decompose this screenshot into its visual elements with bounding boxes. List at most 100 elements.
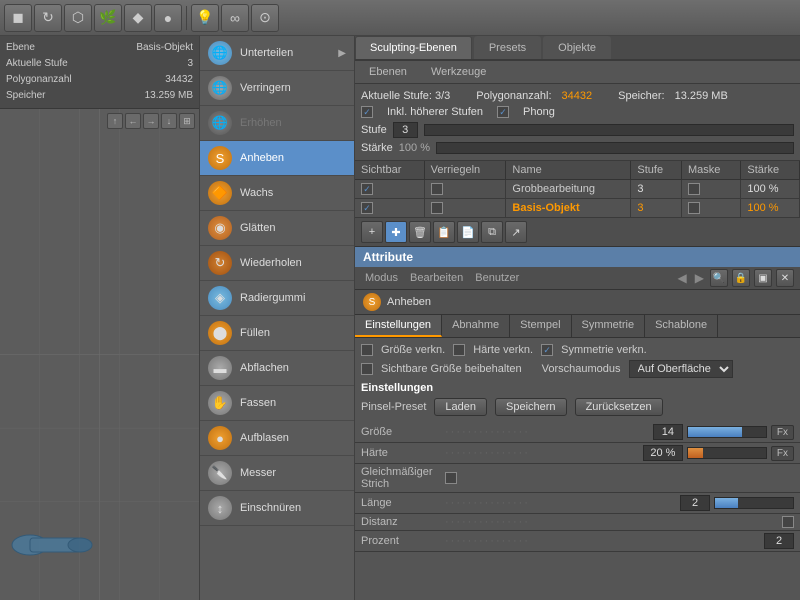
attribute-bar: Attribute	[355, 247, 800, 267]
modus-arrow-left[interactable]: ◀	[676, 271, 689, 285]
tool-diamond[interactable]: ◆	[124, 4, 152, 32]
viewport-nav-expand[interactable]: ⊞	[179, 113, 195, 129]
modus-link[interactable]: Modus	[361, 272, 402, 284]
settings-tab-abnahme[interactable]: Abnahme	[442, 315, 510, 337]
menu-item-abflachen[interactable]: ▬ Abflachen	[200, 351, 354, 386]
tool-circle[interactable]: ●	[154, 4, 182, 32]
viewport-nav-up[interactable]: ↑	[107, 113, 123, 129]
tool-bulb[interactable]: ⊙	[251, 4, 279, 32]
tab-presets[interactable]: Presets	[474, 36, 541, 59]
einstellungen-label: Einstellungen	[361, 382, 433, 394]
speichern-button[interactable]: Speichern	[495, 398, 567, 416]
laenge-input[interactable]	[680, 495, 710, 511]
icon-edit[interactable]: ✚	[385, 221, 407, 243]
modus-lock[interactable]: 🔒	[732, 269, 750, 287]
menu-item-radiergummi[interactable]: ◈ Radiergummi	[200, 281, 354, 316]
distanz-checkbox[interactable]	[782, 516, 794, 528]
inkl-checkbox[interactable]	[361, 106, 373, 118]
tool-rotate[interactable]: ↻	[34, 4, 62, 32]
table-row[interactable]: Grobbearbeitung 3 100 %	[355, 180, 800, 199]
stufe-label: Aktuelle Stufe	[6, 56, 68, 72]
menu-item-aufblasen[interactable]: ● Aufblasen	[200, 421, 354, 456]
staerke-slider[interactable]	[436, 142, 794, 154]
haerte-slider[interactable]	[687, 447, 767, 459]
icon-delete[interactable]: 🗑	[409, 221, 431, 243]
menu-item-fassen[interactable]: ✋ Fassen	[200, 386, 354, 421]
menu-item-verringern[interactable]: 🌐 Verringern	[200, 71, 354, 106]
zurueck-button[interactable]: Zurücksetzen	[575, 398, 663, 416]
modus-arrow-right[interactable]: ▶	[693, 271, 706, 285]
icon-add[interactable]: +	[361, 221, 383, 243]
menu-item-erhoehen[interactable]: 🌐 Erhöhen	[200, 106, 354, 141]
left-panel: Ebene Basis-Objekt Aktuelle Stufe 3 Poly…	[0, 36, 200, 600]
menu-item-einschnueren[interactable]: ↕ Einschnüren	[200, 491, 354, 526]
icon-merge[interactable]: ⧉	[481, 221, 503, 243]
stufe-input[interactable]	[393, 122, 418, 138]
symmetrie-vern-checkbox[interactable]	[541, 344, 553, 356]
haerte-fx[interactable]: Fx	[771, 446, 794, 461]
haerte-input[interactable]	[643, 445, 683, 461]
prozent-input[interactable]	[764, 533, 794, 549]
attribute-label: Attribute	[363, 250, 413, 264]
tool-leaf[interactable]: 🌿	[94, 4, 122, 32]
menu-item-fuellen[interactable]: ⬤ Füllen	[200, 316, 354, 351]
tool-box[interactable]: ◼	[4, 4, 32, 32]
erhoehen-icon: 🌐	[208, 111, 232, 135]
tool-light[interactable]: 💡	[191, 4, 219, 32]
tool-infinite[interactable]: ∞	[221, 4, 249, 32]
stufe-slider[interactable]	[424, 124, 794, 136]
maske-checkbox-1[interactable]	[688, 183, 700, 195]
modus-search[interactable]: 🔍	[710, 269, 728, 287]
modus-close[interactable]: ✕	[776, 269, 794, 287]
phong-checkbox[interactable]	[497, 106, 509, 118]
menu-item-wiederholen[interactable]: ↻ Wiederholen	[200, 246, 354, 281]
tool-hex[interactable]: ⬡	[64, 4, 92, 32]
distanz-row: Distanz ···············	[355, 514, 800, 531]
sichtbar-checkbox-2[interactable]	[361, 202, 373, 214]
haerte-vern-checkbox[interactable]	[453, 344, 465, 356]
phong-label: Phong	[523, 106, 555, 118]
groesse-input[interactable]	[653, 424, 683, 440]
cell-verriegeln-1	[424, 180, 506, 199]
groesse-vern-checkbox[interactable]	[361, 344, 373, 356]
sub-tab-ebenen[interactable]: Ebenen	[361, 64, 415, 80]
viewport-nav-left[interactable]: ←	[125, 113, 141, 129]
table-row[interactable]: Basis-Objekt 3 100 %	[355, 199, 800, 218]
modus-box[interactable]: ▣	[754, 269, 772, 287]
radiergummi-icon: ◈	[208, 286, 232, 310]
icon-export[interactable]: ↗	[505, 221, 527, 243]
fuellen-icon: ⬤	[208, 321, 232, 345]
menu-item-unterteilen[interactable]: 🌐 Unterteilen ▶	[200, 36, 354, 71]
vorschau-dropdown[interactable]: Auf Oberfläche	[629, 360, 733, 378]
viewport-nav-down[interactable]: ↓	[161, 113, 177, 129]
verriegeln-checkbox-1[interactable]	[431, 183, 443, 195]
icon-copy[interactable]: 📋	[433, 221, 455, 243]
groesse-row: Größe ··············· Fx	[355, 422, 800, 443]
maske-checkbox-2[interactable]	[688, 202, 700, 214]
laden-button[interactable]: Laden	[434, 398, 487, 416]
menu-item-glaetten[interactable]: ◉ Glätten	[200, 211, 354, 246]
groesse-slider[interactable]	[687, 426, 767, 438]
icon-paste[interactable]: 📄	[457, 221, 479, 243]
menu-item-messer[interactable]: 🔪 Messer	[200, 456, 354, 491]
tab-sculpting-ebenen[interactable]: Sculpting-Ebenen	[355, 36, 472, 59]
gleichmaessig-checkbox[interactable]	[445, 472, 457, 484]
settings-tab-symmetrie[interactable]: Symmetrie	[572, 315, 646, 337]
bearbeiten-link[interactable]: Bearbeiten	[406, 272, 467, 284]
settings-tab-einstellungen[interactable]: Einstellungen	[355, 315, 442, 337]
menu-item-wachs[interactable]: 🔶 Wachs	[200, 176, 354, 211]
tab-objekte[interactable]: Objekte	[543, 36, 611, 59]
benutzer-link[interactable]: Benutzer	[471, 272, 523, 284]
verriegeln-checkbox-2[interactable]	[431, 202, 443, 214]
groesse-fx[interactable]: Fx	[771, 425, 794, 440]
settings-tab-schablone[interactable]: Schablone	[645, 315, 718, 337]
sichtbar-checkbox-1[interactable]	[361, 183, 373, 195]
sichtbar-groesse-checkbox[interactable]	[361, 363, 373, 375]
sub-tab-werkzeuge[interactable]: Werkzeuge	[423, 64, 494, 80]
viewport-nav-right[interactable]: →	[143, 113, 159, 129]
abflachen-icon: ▬	[208, 356, 232, 380]
glaetten-label: Glätten	[240, 222, 275, 234]
settings-tab-stempel[interactable]: Stempel	[510, 315, 571, 337]
laenge-slider[interactable]	[714, 497, 794, 509]
menu-item-anheben[interactable]: S Anheben	[200, 141, 354, 176]
